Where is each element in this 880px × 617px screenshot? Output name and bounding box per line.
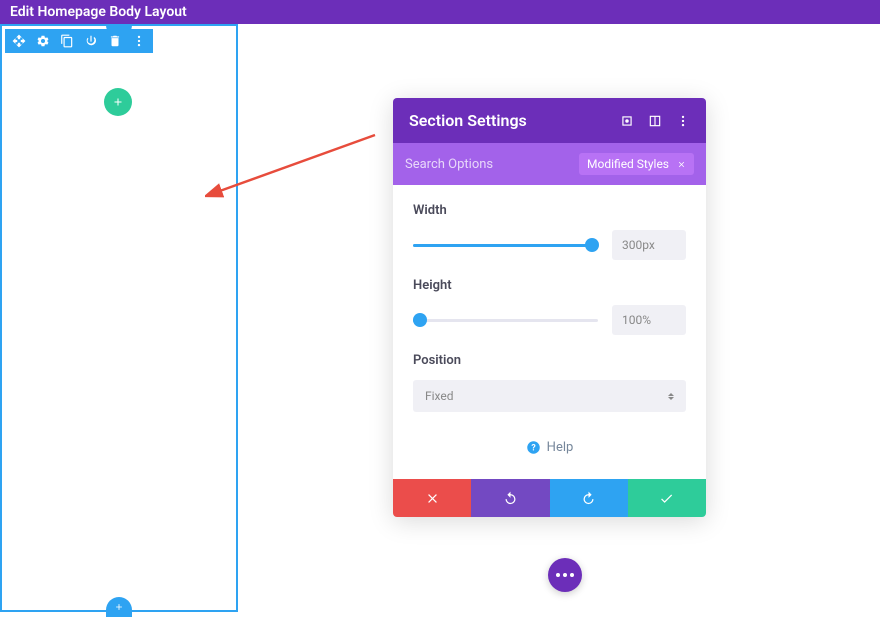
- help-button[interactable]: ? Help: [413, 430, 686, 469]
- position-select[interactable]: Fixed: [413, 380, 686, 412]
- slider-thumb[interactable]: [413, 313, 427, 327]
- slider-thumb[interactable]: [585, 238, 599, 252]
- help-icon: ?: [526, 440, 541, 455]
- trash-icon[interactable]: [107, 33, 123, 49]
- plus-icon: [112, 96, 124, 108]
- top-bar: Edit Homepage Body Layout: [0, 0, 880, 24]
- cancel-button[interactable]: [393, 479, 471, 517]
- undo-button[interactable]: [471, 479, 549, 517]
- width-control: Width 300px: [413, 203, 686, 260]
- panel-title: Section Settings: [409, 111, 527, 130]
- position-control: Position Fixed: [413, 353, 686, 412]
- panel-subheader: Search Options Modified Styles: [393, 143, 706, 185]
- plus-icon: [114, 602, 124, 612]
- add-row-button[interactable]: [104, 88, 132, 116]
- move-icon[interactable]: [11, 33, 27, 49]
- panel-header: Section Settings: [393, 98, 706, 143]
- more-vert-icon[interactable]: [676, 114, 690, 128]
- help-label: Help: [547, 440, 574, 455]
- modified-styles-pill[interactable]: Modified Styles: [579, 153, 694, 175]
- dots-icon: [556, 573, 574, 577]
- save-button[interactable]: [628, 479, 706, 517]
- save-icon[interactable]: [83, 33, 99, 49]
- height-value[interactable]: 100%: [612, 305, 686, 335]
- panel-footer: [393, 479, 706, 517]
- width-slider[interactable]: [413, 244, 598, 247]
- expand-icon[interactable]: [620, 114, 634, 128]
- modified-styles-label: Modified Styles: [587, 157, 669, 171]
- redo-icon: [581, 491, 596, 506]
- width-value[interactable]: 300px: [612, 230, 686, 260]
- select-caret-icon: [668, 393, 674, 400]
- redo-button[interactable]: [550, 479, 628, 517]
- more-icon[interactable]: [131, 33, 147, 49]
- svg-text:?: ?: [531, 444, 536, 454]
- check-icon: [659, 491, 674, 506]
- width-label: Width: [413, 203, 686, 218]
- panel-body: Width 300px Height 100% Position: [393, 185, 706, 479]
- page-title: Edit Homepage Body Layout: [10, 4, 187, 20]
- height-label: Height: [413, 278, 686, 293]
- duplicate-icon[interactable]: [59, 33, 75, 49]
- close-icon: [425, 491, 440, 506]
- height-control: Height 100%: [413, 278, 686, 335]
- columns-icon[interactable]: [648, 114, 662, 128]
- section-toolbar: [5, 29, 153, 53]
- search-options[interactable]: Search Options: [405, 157, 493, 172]
- gear-icon[interactable]: [35, 33, 51, 49]
- close-icon[interactable]: [677, 160, 686, 169]
- height-slider[interactable]: [413, 319, 598, 322]
- undo-icon: [503, 491, 518, 506]
- position-label: Position: [413, 353, 686, 368]
- global-actions-fab[interactable]: [548, 558, 582, 592]
- section-add-bottom[interactable]: [106, 597, 132, 617]
- position-value: Fixed: [425, 389, 454, 403]
- settings-panel: Section Settings Search Options Modified…: [393, 98, 706, 517]
